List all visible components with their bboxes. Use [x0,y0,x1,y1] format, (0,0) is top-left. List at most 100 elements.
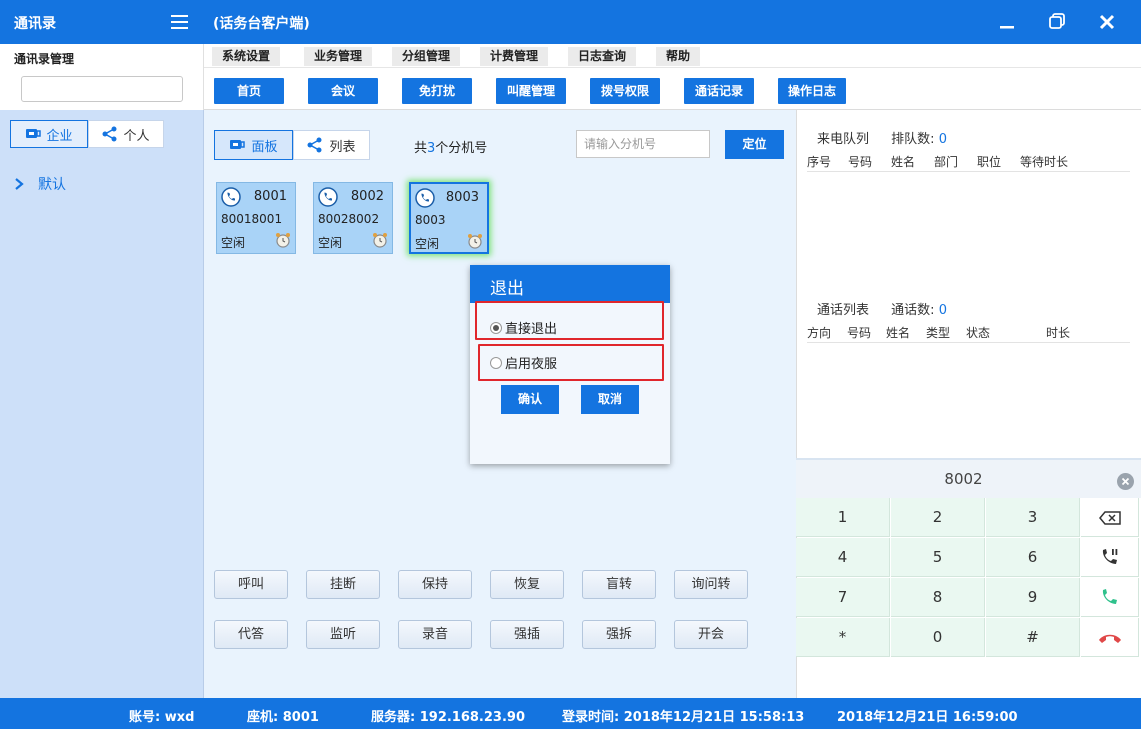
key-hash[interactable]: # [986,618,1080,657]
extension-status: 空闲 [415,237,440,251]
key-0[interactable]: 0 [891,618,985,657]
conference-button[interactable]: 会议 [308,78,378,104]
backspace-key[interactable] [1081,498,1139,537]
pickup-button[interactable]: 代答 [214,620,288,649]
option-night-service[interactable]: 启用夜服 [490,353,557,372]
locate-button[interactable]: 定位 [725,130,784,159]
radio-exit-directly[interactable] [490,321,502,334]
window-title: (话务台客户端) [213,16,310,32]
hold-button[interactable]: 保持 [398,570,472,599]
panel-icon [230,140,246,149]
title-bar: 通讯录 (话务台客户端) [0,0,1141,44]
key-star[interactable]: * [796,618,890,657]
key-9[interactable]: 9 [986,578,1080,617]
col-position: 职位 [977,155,1002,169]
phone-icon [221,187,241,207]
resume-button[interactable]: 恢复 [490,570,564,599]
tab-panel-view[interactable]: 面板 [214,130,293,160]
confirm-button[interactable]: 确认 [501,385,559,414]
status-server: 服务器: 192.168.23.90 [371,710,525,725]
alarm-clock-icon [373,233,387,248]
key-6[interactable]: 6 [986,538,1080,577]
call-records-button[interactable]: 通话记录 [684,78,754,104]
hang-up-button[interactable]: 挂断 [306,570,380,599]
key-1[interactable]: 1 [796,498,890,537]
menu-log-query[interactable]: 日志查询 [568,47,637,66]
do-not-disturb-button[interactable]: 免打扰 [402,78,472,104]
col-wait-time: 等待时长 [1020,155,1069,169]
status-seat: 座机: 8001 [247,710,319,725]
option-exit-directly[interactable]: 直接退出 [490,318,557,337]
call-count: 0 [938,303,947,318]
tab-personal[interactable]: 个人 [88,120,164,148]
key-5[interactable]: 5 [891,538,985,577]
exit-dialog: 退出 直接退出 启用夜服 确认 取消 [470,265,670,464]
wake-up-management-button[interactable]: 叫醒管理 [496,78,566,104]
extension-card-8001[interactable]: 8001 80018001 空闲 [216,182,296,254]
contacts-search-input[interactable] [21,76,183,102]
key-8[interactable]: 8 [891,578,985,617]
extension-card-8002[interactable]: 8002 80028002 空闲 [313,182,393,254]
record-button[interactable]: 录音 [398,620,472,649]
operation-log-button[interactable]: 操作日志 [778,78,846,104]
minimize-button[interactable] [992,8,1022,36]
key-4[interactable]: 4 [796,538,890,577]
menu-toggle-button[interactable] [163,6,195,38]
menu-group-management[interactable]: 分组管理 [392,47,461,66]
incoming-queue-header: 来电队列 排队数: 0 [817,128,947,147]
restore-button[interactable] [1042,8,1072,36]
hold-call-key[interactable] [1081,538,1139,577]
close-button[interactable] [1092,8,1122,36]
start-conference-button[interactable]: 开会 [674,620,748,649]
dial-display: 8002 [796,458,1141,498]
barge-in-button[interactable]: 强插 [490,620,564,649]
key-2[interactable]: 2 [891,498,985,537]
dial-call-key[interactable] [1081,578,1139,617]
monitor-button[interactable]: 监听 [306,620,380,649]
menu-help[interactable]: 帮助 [656,47,701,66]
force-disconnect-button[interactable]: 强拆 [582,620,656,649]
tab-list-view[interactable]: 列表 [293,130,370,160]
backspace-icon [1098,511,1121,525]
status-account: 账号: wxd [129,710,195,725]
status-login-time: 登录时间: 2018年12月21日 15:58:13 [562,710,805,725]
clear-display-button[interactable] [1117,473,1134,490]
extension-card-8003[interactable]: 8003 8003 空闲 [409,182,489,254]
cancel-button[interactable]: 取消 [581,385,639,414]
menu-business-management[interactable]: 业务管理 [304,47,373,66]
consult-transfer-button[interactable]: 询问转 [674,570,748,599]
col-duration: 时长 [1046,326,1071,340]
extension-status: 空闲 [221,236,246,250]
extension-phone: 80028002 [318,212,380,226]
key-3[interactable]: 3 [986,498,1080,537]
dialed-number: 8002 [944,470,983,488]
call-list-label: 通话列表 [817,303,870,318]
call-count-label: 通话数: [891,303,935,318]
call-list-header: 通话列表 通话数: 0 [817,299,947,318]
home-button[interactable]: 首页 [214,78,284,104]
col-name: 姓名 [886,326,911,340]
col-name: 姓名 [891,155,916,169]
tree-item-default-label: 默认 [38,177,66,193]
tab-panel-label: 面板 [251,139,278,155]
radio-night-service[interactable] [490,356,502,369]
minimize-icon [1000,26,1014,29]
call-table-header: 方向 号码 姓名 类型 状态 时长 [807,324,1130,343]
key-7[interactable]: 7 [796,578,890,617]
call-button[interactable]: 呼叫 [214,570,288,599]
blind-transfer-button[interactable]: 盲转 [582,570,656,599]
extension-phone: 80018001 [221,212,283,226]
phone-call-icon [1102,589,1117,604]
app-name: 通讯录 [14,16,56,32]
hang-up-key[interactable] [1081,618,1139,657]
extension-count-suffix: 个分机号 [435,141,488,156]
menu-billing-management[interactable]: 计费管理 [480,47,549,66]
dial-permission-button[interactable]: 拨号权限 [590,78,660,104]
chevron-right-icon [15,178,24,190]
menu-system-settings[interactable]: 系统设置 [212,47,281,66]
extension-search-input[interactable] [576,130,710,158]
col-type: 类型 [926,326,951,340]
option-exit-directly-label: 直接退出 [505,322,558,337]
tree-item-default[interactable]: 默认 [14,174,66,194]
tab-enterprise[interactable]: 企业 [10,120,88,148]
